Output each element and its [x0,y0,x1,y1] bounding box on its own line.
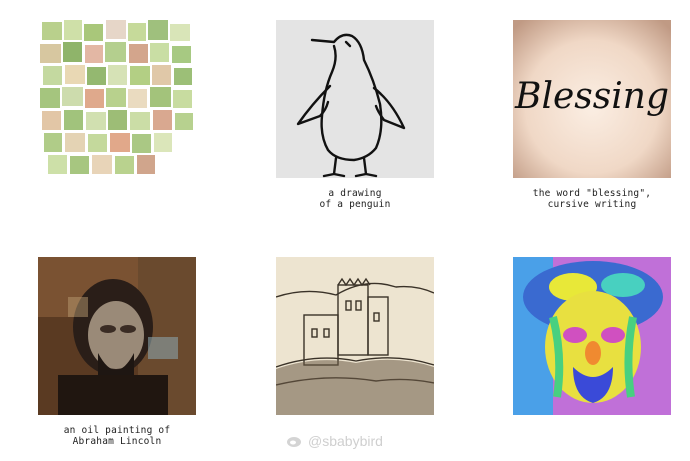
blessing-cursive-image: Blessing [513,20,671,178]
caption-line: of a penguin [319,199,391,210]
caption-line: a drawing [328,188,382,199]
blessing-art-text: Blessing [514,76,669,117]
watercolor-mosaic-image [40,20,198,178]
castle-sketch-image [276,257,434,415]
watermark: @sbabybird [286,433,383,449]
penguin-drawing-image [276,20,434,178]
caption-line: cursive writing [547,199,637,210]
weibo-icon [287,437,301,447]
blessing-caption: the word "blessing", cursive writing [502,188,682,210]
lincoln-caption: an oil painting of Abraham Lincoln [27,425,207,447]
caption-line: Abraham Lincoln [72,436,162,447]
caption-line: an oil painting of [63,425,171,436]
caption-line: the word "blessing", [532,188,652,199]
watermark-text: @sbabybird [308,433,383,449]
popart-portrait-image [513,257,671,415]
penguin-caption: a drawing of a penguin [265,188,445,210]
lincoln-painting-image [38,257,196,415]
